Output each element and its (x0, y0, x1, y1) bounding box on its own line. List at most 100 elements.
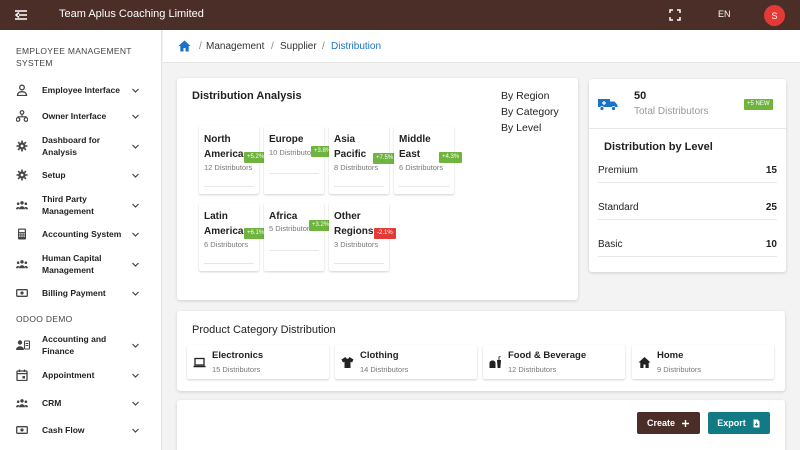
sidebar-item-appointment[interactable]: Appointment (0, 366, 161, 384)
chevron-down-icon (132, 173, 139, 178)
region-count: 6 Distributors (204, 240, 249, 249)
divider (334, 263, 384, 264)
top-bar: Team Aplus Coaching Limited EN S (0, 0, 800, 30)
region-card-europe[interactable]: Europe 10 Distributors (264, 126, 324, 194)
distribution-analysis-card: Distribution Analysis By Region By Categ… (177, 78, 578, 300)
region-name: Europe (269, 134, 304, 145)
region-card-africa[interactable]: Africa 5 Distributors (264, 203, 324, 271)
breadcrumb-separator: / (271, 41, 274, 52)
category-name: Food & Beverage (508, 350, 587, 361)
region-count: 6 Distributors (399, 163, 444, 172)
menu-collapse-icon[interactable] (14, 8, 28, 22)
sidebar-item-label: CRM (42, 398, 62, 408)
home-icon (638, 357, 651, 368)
chevron-down-icon (132, 373, 139, 378)
fullscreen-icon[interactable] (669, 9, 681, 21)
chevron-down-icon (132, 262, 139, 267)
total-distributors-label: Total Distributors (634, 106, 709, 117)
plus-icon (682, 419, 689, 427)
level-value: 25 (765, 202, 777, 213)
level-title: Distribution by Level (604, 141, 713, 153)
sidebar-item-label: Accounting and Finance (42, 334, 107, 356)
sidebar-item-accounting-finance[interactable]: Accounting and Finance (0, 330, 161, 360)
create-button-label: Create (646, 418, 675, 428)
category-item-electronics[interactable]: Electronics 15 Distributors (187, 345, 329, 379)
person-icon (16, 84, 28, 96)
sidebar-item-label: Third Party Management (42, 194, 94, 216)
gear-icon (16, 169, 28, 181)
distribution-title: Distribution Analysis (192, 90, 302, 102)
sidebar-item-label: Employee Interface (42, 85, 120, 95)
chevron-down-icon (132, 203, 139, 208)
chevron-down-icon (132, 114, 139, 119)
language-selector[interactable]: EN (718, 9, 731, 19)
category-item-home[interactable]: Home 9 Distributors (632, 345, 774, 379)
sidebar-item-label: Human Capital Management (42, 253, 102, 275)
contacts-icon (16, 340, 30, 350)
category-name: Home (657, 350, 684, 361)
divider (399, 186, 449, 187)
category-count: 9 Distributors (657, 365, 702, 374)
export-file-icon (753, 419, 760, 427)
create-button[interactable]: Create (637, 412, 700, 434)
view-by-level[interactable]: By Level (501, 122, 541, 134)
level-row: Basic 10 (598, 235, 777, 257)
sidebar-item-setup[interactable]: Setup (0, 166, 161, 184)
sidebar-item-label: Setup (42, 170, 66, 180)
calendar-icon (16, 369, 28, 381)
home-icon[interactable] (178, 40, 191, 52)
user-avatar[interactable]: S (764, 5, 785, 26)
view-by-region[interactable]: By Region (501, 90, 549, 102)
sidebar-item-label: Appointment (42, 370, 95, 380)
chevron-down-icon (132, 428, 139, 433)
chevron-down-icon (132, 401, 139, 406)
sidebar-item-owner-interface[interactable]: Owner Interface (0, 107, 161, 125)
export-button-label: Export (717, 418, 746, 428)
view-by-category[interactable]: By Category (501, 106, 559, 118)
product-category-card: Product Category Distribution Electronic… (177, 311, 785, 391)
chevron-down-icon (132, 291, 139, 296)
divider (204, 186, 254, 187)
food-icon (489, 356, 501, 368)
breadcrumb-supplier[interactable]: Supplier (280, 41, 317, 52)
level-value: 15 (765, 165, 777, 176)
trend-badge: -2.1% (374, 228, 396, 239)
laptop-icon (193, 357, 206, 368)
actions-card: Create Export (177, 400, 785, 450)
sidebar-item-employee-interface[interactable]: Employee Interface (0, 81, 161, 99)
level-value: 10 (765, 239, 777, 250)
chevron-down-icon (132, 144, 139, 149)
breadcrumb-separator: / (322, 41, 325, 52)
total-distributors-panel: 50 Total Distributors +5 NEW (589, 79, 786, 129)
category-item-clothing[interactable]: Clothing 14 Distributors (335, 345, 477, 379)
region-count: 3 Distributors (334, 240, 379, 249)
trend-badge: +4.3% (439, 152, 463, 163)
sidebar-item-billing-payment[interactable]: Billing Payment (0, 284, 161, 302)
chevron-down-icon (132, 343, 139, 348)
sidebar-item-accounting-system[interactable]: Accounting System (0, 225, 161, 243)
shirt-icon (341, 357, 354, 368)
category-name: Clothing (360, 350, 399, 361)
truck-icon (598, 99, 618, 111)
divider (269, 173, 319, 174)
sidebar-item-human-capital[interactable]: Human Capital Management (0, 249, 161, 279)
trend-badge: +7.5% (373, 153, 397, 164)
level-row: Standard 25 (598, 198, 777, 220)
calculator-icon (18, 228, 26, 240)
sidebar-item-label: Accounting System (42, 229, 122, 239)
breadcrumb-management[interactable]: Management (206, 41, 264, 52)
sidebar-item-dashboard[interactable]: Dashboard for Analysis (0, 131, 161, 161)
breadcrumb-distribution: Distribution (331, 41, 382, 52)
sidebar-item-cash-flow[interactable]: Cash Flow (0, 421, 161, 439)
chevron-down-icon (132, 232, 139, 237)
sidebar-item-third-party[interactable]: Third Party Management (0, 190, 161, 220)
breadcrumb-separator: / (199, 41, 202, 52)
total-distributors-value: 50 (634, 90, 647, 102)
app-title: Team Aplus Coaching Limited (59, 8, 204, 20)
divider (269, 250, 319, 251)
export-button[interactable]: Export (708, 412, 770, 434)
sidebar-item-crm[interactable]: CRM (0, 394, 161, 412)
category-count: 15 Distributors (212, 365, 261, 374)
category-item-food-beverage[interactable]: Food & Beverage 12 Distributors (483, 345, 625, 379)
divider (204, 263, 254, 264)
